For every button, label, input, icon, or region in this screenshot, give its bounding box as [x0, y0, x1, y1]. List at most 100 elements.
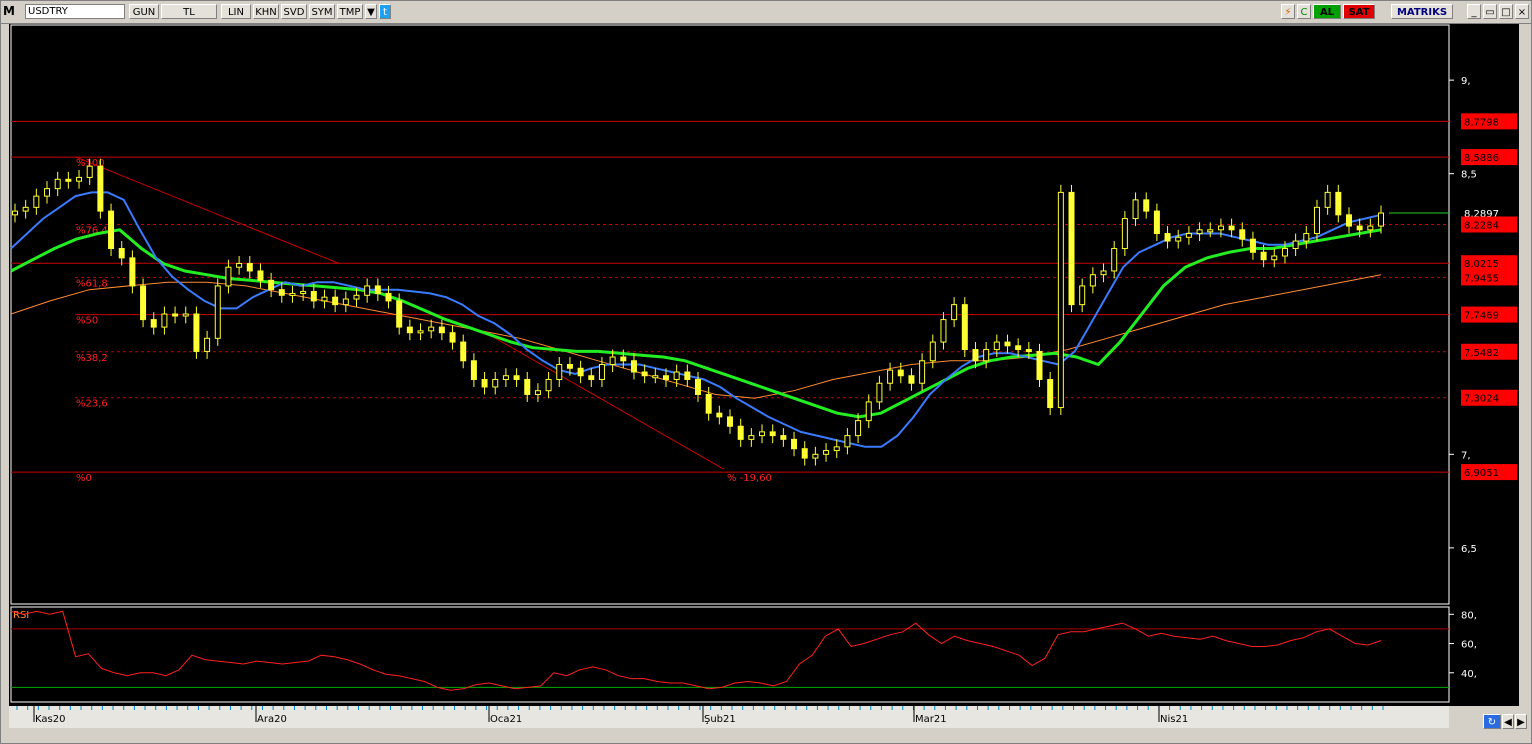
tool-button-khn[interactable]: KHN	[253, 4, 279, 19]
candle-body	[897, 369, 904, 377]
candle-body	[1271, 255, 1278, 261]
scroll-left-icon[interactable]: ◀	[1502, 714, 1514, 729]
candle-body	[428, 326, 435, 332]
price-label: 7,9455	[1464, 273, 1499, 284]
x-tick-label: Mar21	[915, 714, 947, 725]
candle-body	[759, 431, 766, 437]
price-label: 7,5482	[1464, 348, 1499, 359]
candle-body	[438, 326, 445, 334]
tool-button-tmp[interactable]: TMP	[337, 4, 363, 19]
candle-body	[609, 356, 616, 366]
candle-body	[449, 332, 456, 343]
candle-body	[321, 296, 328, 302]
tool-button-gun[interactable]: GUN	[129, 4, 159, 19]
candle-body	[236, 262, 243, 268]
candle-body	[1292, 240, 1299, 250]
candle-body	[193, 313, 200, 352]
candle-body	[33, 195, 40, 208]
candle-body	[129, 257, 136, 287]
refresh-icon[interactable]: C	[1297, 4, 1311, 19]
candle-body	[865, 401, 872, 422]
candle-body	[577, 367, 584, 377]
candle-body	[1057, 191, 1064, 409]
candle-body	[1228, 225, 1235, 231]
candle-body	[214, 285, 221, 339]
candle-body	[1068, 191, 1075, 306]
tool-button-tl[interactable]: TL	[161, 4, 217, 19]
scroll-right-icon[interactable]: ▶	[1515, 714, 1527, 729]
candle-body	[695, 378, 701, 395]
candle-body	[182, 313, 189, 317]
candle-body	[22, 206, 29, 212]
chart-area[interactable]: 9, 8,5 7, 6,5 %100 %76,4 %61,8 %50 %38,2 %23,6 %0%…	[9, 24, 1519, 706]
price-label: 8,7798	[1464, 117, 1499, 128]
trend-line-1	[75, 156, 340, 264]
x-tick-label: Ara20	[257, 714, 287, 725]
lightning-icon[interactable]: ⚡	[1281, 4, 1295, 19]
sync-icon[interactable]: ↻	[1483, 714, 1501, 729]
price-label: 8,0215	[1464, 259, 1499, 270]
change-label: % -19,60	[727, 473, 772, 484]
candle-body	[652, 375, 659, 379]
candle-body	[737, 425, 744, 440]
candle-body	[844, 435, 851, 448]
y-tick-label: 7,	[1461, 450, 1471, 461]
candle-body	[919, 360, 926, 384]
candle-body	[716, 412, 723, 418]
chevron-down-icon[interactable]: ▼	[365, 4, 377, 19]
candle-body	[993, 341, 1000, 351]
candle-body	[940, 319, 947, 343]
candle-body	[855, 420, 862, 437]
candle-body	[630, 360, 637, 373]
price-chart[interactable]: 9,8,57,6,5%100%76,4%61,8%50%38,2%23,6%0%…	[9, 24, 1519, 706]
price-label: 8,5886	[1464, 153, 1499, 164]
maximize-icon[interactable]: □	[1499, 4, 1513, 19]
y-tick-label: 6,5	[1461, 544, 1477, 555]
symbol-input[interactable]: USDTRY	[25, 4, 125, 19]
candle-body	[908, 375, 915, 384]
candle-body	[1111, 248, 1118, 272]
candle-body	[534, 390, 541, 395]
candle-body	[1345, 214, 1352, 227]
candle-body	[1079, 285, 1086, 306]
matriks-logo: M	[3, 4, 15, 18]
price-label: 6,9051	[1464, 468, 1499, 479]
candle-body	[161, 313, 168, 328]
restore-icon[interactable]: ▭	[1483, 4, 1497, 19]
candle-body	[1303, 233, 1310, 242]
toolbar: M USDTRY GUN TL LIN KHN SVD SYM TMP ▼ t ⚡ C AL…	[1, 1, 1531, 24]
fib-label: %50	[76, 316, 98, 327]
x-tick-label: Kas20	[35, 714, 65, 725]
candle-body	[364, 285, 371, 296]
twitter-icon[interactable]: t	[379, 4, 391, 19]
candle-body	[406, 326, 413, 334]
candle-body	[86, 165, 93, 178]
candle-body	[1313, 206, 1320, 235]
tool-button-sym[interactable]: SYM	[309, 4, 335, 19]
candle-body	[641, 371, 648, 377]
price-label: 8,2284	[1464, 220, 1499, 231]
tool-button-lin[interactable]: LIN	[221, 4, 251, 19]
candle-body	[278, 289, 285, 296]
buy-button[interactable]: AL	[1313, 4, 1341, 19]
y-tick-label: 8,5	[1461, 170, 1477, 181]
candle-body	[673, 371, 680, 380]
candle-body	[97, 165, 104, 212]
candle-body	[310, 291, 317, 302]
candle-body	[961, 304, 968, 351]
candle-body	[1207, 229, 1214, 233]
close-icon[interactable]: ×	[1515, 4, 1529, 19]
candle-body	[225, 266, 232, 287]
candle-body	[1132, 199, 1139, 220]
sell-button[interactable]: SAT	[1343, 4, 1375, 19]
price-label: 7,3024	[1464, 394, 1499, 405]
candle-body	[887, 369, 894, 384]
tool-button-svd[interactable]: SVD	[281, 4, 307, 19]
candle-body	[1281, 248, 1288, 257]
y-tick-label: 9,	[1461, 76, 1471, 87]
candle-body	[417, 330, 424, 334]
minimize-icon[interactable]: _	[1467, 4, 1481, 19]
vertical-scrollbar[interactable]	[1519, 24, 1530, 706]
candle-body	[470, 360, 477, 380]
candle-body	[727, 416, 734, 427]
